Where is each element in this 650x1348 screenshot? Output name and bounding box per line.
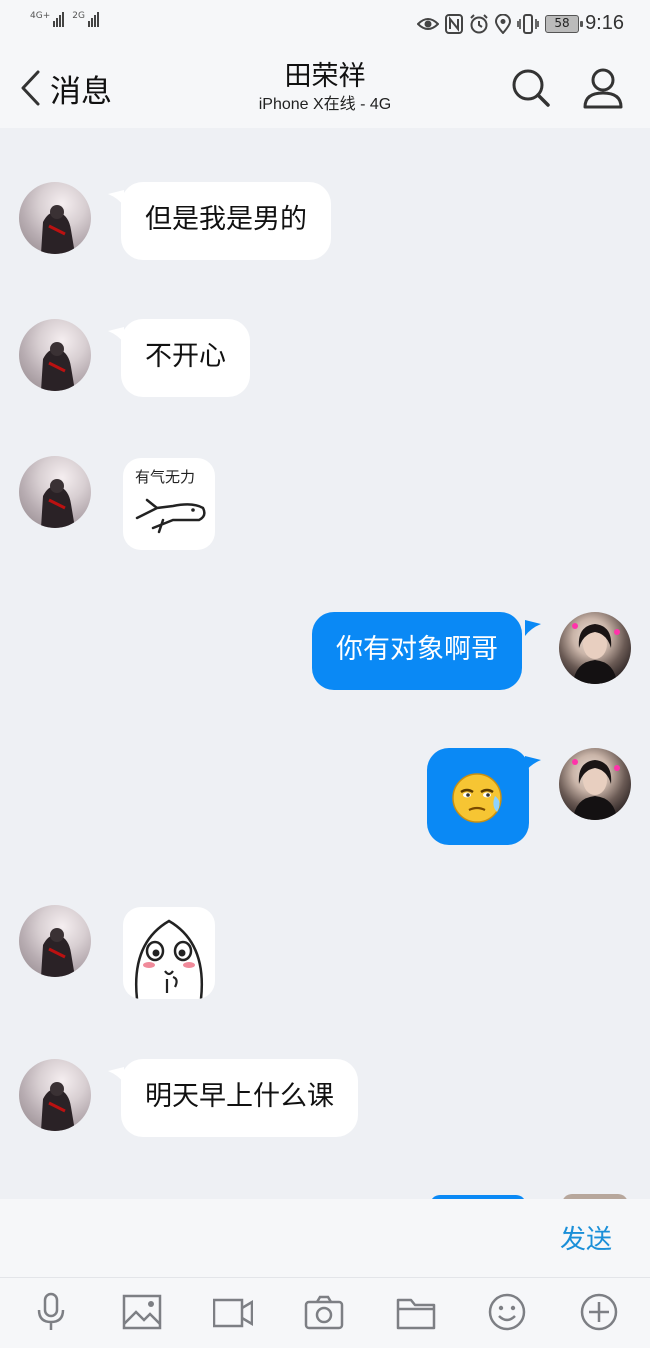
face-sticker-image [134, 919, 204, 999]
network-type-label: 4G+ [30, 11, 51, 21]
message-bubble[interactable]: 明天早上什么课 [121, 1059, 358, 1137]
contact-avatar[interactable] [19, 182, 91, 254]
message-bubble[interactable]: 你有对象啊哥 [312, 612, 522, 690]
file-button[interactable] [396, 1292, 436, 1332]
avatar-image [41, 1082, 75, 1131]
image-button[interactable] [122, 1292, 162, 1332]
eye-icon [417, 17, 440, 30]
signal-indicators: 4G+ 2G [30, 11, 99, 27]
my-avatar[interactable] [559, 748, 631, 820]
sticker-caption: 有气无力 [135, 468, 196, 486]
send-button[interactable]: 发送 [560, 1219, 612, 1256]
avatar-image [572, 623, 620, 684]
contact-avatar[interactable] [19, 456, 91, 528]
folder-icon [396, 1298, 436, 1330]
avatar-image [41, 479, 75, 528]
contact-avatar[interactable] [19, 905, 91, 977]
battery-indicator: 58 [545, 14, 584, 33]
contact-avatar[interactable] [19, 319, 91, 391]
alarm-icon [470, 13, 488, 33]
user-icon [583, 68, 623, 109]
network-type-label: 2G [72, 11, 85, 21]
avatar-image [41, 205, 75, 254]
clock: 9:16 [585, 12, 624, 34]
plus-icon [580, 1293, 618, 1331]
emoji-message[interactable] [427, 748, 529, 845]
search-icon [512, 69, 550, 107]
camera-button[interactable] [304, 1292, 344, 1332]
status-bar: 4G+ 2G 58 9:16 [0, 0, 650, 50]
avatar-image [41, 342, 75, 391]
sticker-message[interactable]: 有气无力 [123, 458, 215, 550]
contact-avatar[interactable] [19, 1059, 91, 1131]
image-icon [122, 1294, 162, 1330]
location-icon [495, 13, 512, 34]
emoji-button[interactable] [487, 1292, 527, 1332]
smirk-emoji-icon [452, 773, 502, 823]
emoji-icon [488, 1293, 526, 1331]
my-avatar[interactable] [559, 612, 631, 684]
signal-icon: 2G [72, 11, 99, 27]
vibrate-icon [517, 13, 539, 34]
nfc-icon [445, 13, 464, 34]
bubble-tail [525, 620, 541, 636]
chat-header: 消息 田荣祥 iPhone X在线 - 4G [0, 50, 650, 128]
message-bubble[interactable]: 不开心 [121, 319, 250, 397]
message-input-bar[interactable]: 发送 [0, 1199, 650, 1277]
avatar-image [572, 759, 620, 820]
message-bubble[interactable]: 但是我是男的 [121, 182, 331, 260]
avatar-image [41, 928, 75, 977]
mic-icon [37, 1292, 65, 1330]
video-icon [212, 1298, 254, 1328]
voice-button[interactable] [31, 1292, 71, 1332]
sticker-message[interactable] [123, 907, 215, 999]
status-icons: 58 9:16 [417, 12, 624, 35]
search-button[interactable] [509, 66, 553, 110]
input-toolbar [0, 1277, 650, 1348]
more-button[interactable] [579, 1292, 619, 1332]
signal-icon: 4G+ [30, 11, 65, 27]
profile-button[interactable] [581, 66, 625, 110]
video-button[interactable] [212, 1292, 254, 1332]
camera-icon [304, 1295, 344, 1330]
